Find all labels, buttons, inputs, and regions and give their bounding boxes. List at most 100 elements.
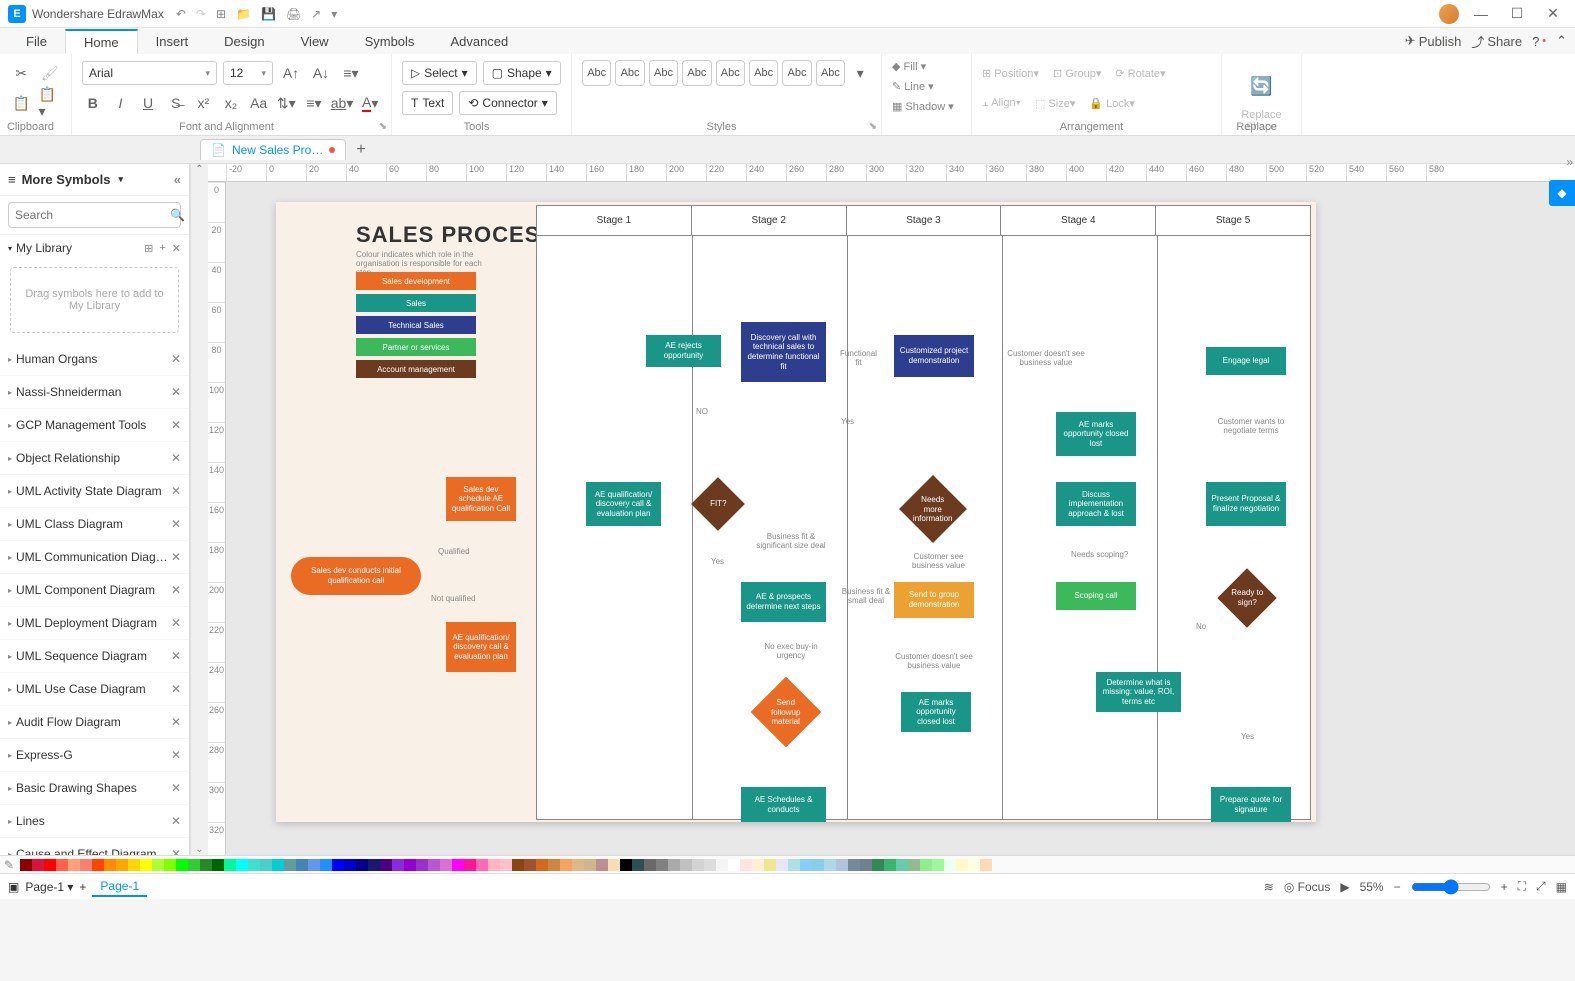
- styles-more-icon[interactable]: ▾: [849, 61, 871, 85]
- color-swatch[interactable]: [920, 859, 932, 871]
- color-swatch[interactable]: [296, 859, 308, 871]
- page-layout-icon[interactable]: ▣: [8, 880, 19, 894]
- page-select[interactable]: Page-1 ▾: [25, 880, 73, 894]
- maximize-button[interactable]: ☐: [1503, 4, 1531, 24]
- expand-right-panel-icon[interactable]: »: [1566, 155, 1573, 169]
- color-swatch[interactable]: [512, 859, 524, 871]
- flow-shape[interactable]: Determine what is missing: value, ROI, t…: [1096, 672, 1181, 712]
- color-swatch[interactable]: [488, 859, 500, 871]
- italic-icon[interactable]: I: [110, 91, 132, 115]
- color-swatch[interactable]: [140, 859, 152, 871]
- open-icon[interactable]: 📁: [236, 7, 251, 21]
- color-swatch[interactable]: [152, 859, 164, 871]
- close-icon[interactable]: ✕: [171, 649, 181, 663]
- new-icon[interactable]: ⊞: [216, 7, 226, 21]
- color-swatch[interactable]: [176, 859, 188, 871]
- style-preset[interactable]: Abc: [582, 60, 611, 86]
- color-swatch[interactable]: [848, 859, 860, 871]
- color-swatch[interactable]: [800, 859, 812, 871]
- category-item[interactable]: ▸Lines✕: [0, 805, 189, 838]
- qat-more-icon[interactable]: ▾: [331, 7, 337, 21]
- present-icon[interactable]: ▶: [1340, 880, 1349, 894]
- color-swatch[interactable]: [44, 859, 56, 871]
- close-icon[interactable]: ✕: [171, 451, 181, 465]
- search-icon[interactable]: 🔍: [170, 208, 185, 222]
- user-avatar[interactable]: [1439, 4, 1459, 24]
- color-swatch[interactable]: [452, 859, 464, 871]
- color-swatch[interactable]: [248, 859, 260, 871]
- shape-tool[interactable]: ▢ Shape ▾: [483, 61, 561, 85]
- category-item[interactable]: ▸Basic Drawing Shapes✕: [0, 772, 189, 805]
- flow-shape[interactable]: Send to group demonstration: [894, 582, 974, 618]
- color-swatch[interactable]: [968, 859, 980, 871]
- eyedropper-icon[interactable]: ✎: [4, 858, 14, 872]
- close-icon[interactable]: ✕: [171, 418, 181, 432]
- tab-symbols[interactable]: Symbols: [347, 30, 433, 53]
- category-item[interactable]: ▸UML Deployment Diagram✕: [0, 607, 189, 640]
- color-swatch[interactable]: [92, 859, 104, 871]
- flow-shape[interactable]: Customized project demonstration: [894, 335, 974, 377]
- category-item[interactable]: ▸UML Communication Diagr…✕: [0, 541, 189, 574]
- sidebar-menu-icon[interactable]: ≡: [8, 172, 16, 187]
- export-icon[interactable]: ↗: [311, 7, 321, 21]
- color-swatch[interactable]: [476, 859, 488, 871]
- category-item[interactable]: ▸UML Sequence Diagram✕: [0, 640, 189, 673]
- color-swatch[interactable]: [128, 859, 140, 871]
- paste-icon[interactable]: 📋▾: [39, 91, 62, 115]
- color-swatch[interactable]: [104, 859, 116, 871]
- category-item[interactable]: ▸UML Component Diagram✕: [0, 574, 189, 607]
- color-swatch[interactable]: [728, 859, 740, 871]
- add-page-button[interactable]: +: [79, 880, 86, 894]
- color-swatch[interactable]: [644, 859, 656, 871]
- flow-shape[interactable]: Scoping call: [1056, 582, 1136, 610]
- color-swatch[interactable]: [764, 859, 776, 871]
- color-swatch[interactable]: [788, 859, 800, 871]
- color-swatch[interactable]: [740, 859, 752, 871]
- share-button[interactable]: ⤴ Share: [1471, 32, 1522, 51]
- color-swatch[interactable]: [812, 859, 824, 871]
- color-swatch[interactable]: [56, 859, 68, 871]
- cut-icon[interactable]: ✂: [10, 61, 33, 85]
- color-swatch[interactable]: [224, 859, 236, 871]
- grid-toggle-icon[interactable]: ▦: [1556, 880, 1567, 894]
- layers-icon[interactable]: ≋: [1264, 880, 1274, 894]
- decrease-font-icon[interactable]: A↓: [309, 61, 333, 85]
- lock-button[interactable]: 🔒 Lock▾: [1089, 97, 1135, 110]
- position-button[interactable]: ⊞ Position▾: [982, 67, 1039, 80]
- category-item[interactable]: ▸UML Activity State Diagram✕: [0, 475, 189, 508]
- color-swatch[interactable]: [464, 859, 476, 871]
- close-icon[interactable]: ✕: [171, 748, 181, 762]
- redo-icon[interactable]: ↷: [196, 7, 206, 21]
- category-item[interactable]: ▸GCP Management Tools✕: [0, 409, 189, 442]
- flow-shape[interactable]: AE marks opportunity closed lost: [1056, 412, 1136, 456]
- font-color-icon[interactable]: A▾: [359, 91, 381, 115]
- align-button[interactable]: ⫠ Align▾: [982, 97, 1021, 110]
- lib-add-icon[interactable]: +: [159, 242, 165, 255]
- format-painter-icon[interactable]: 🖌: [39, 61, 62, 85]
- color-swatch[interactable]: [500, 859, 512, 871]
- save-icon[interactable]: 💾: [261, 7, 276, 21]
- close-icon[interactable]: ✕: [171, 484, 181, 498]
- color-swatch[interactable]: [776, 859, 788, 871]
- font-family-select[interactable]: Arial▾: [82, 61, 217, 85]
- color-swatch[interactable]: [716, 859, 728, 871]
- fill-button[interactable]: ◆ Fill ▾: [892, 58, 961, 78]
- color-swatch[interactable]: [392, 859, 404, 871]
- color-swatch[interactable]: [836, 859, 848, 871]
- document-tab[interactable]: 📄 New Sales Pro…: [200, 139, 346, 160]
- flow-shape[interactable]: AE qualification/ discovery call & evalu…: [586, 482, 661, 526]
- color-swatch[interactable]: [896, 859, 908, 871]
- close-icon[interactable]: ✕: [171, 847, 181, 855]
- color-swatch[interactable]: [236, 859, 248, 871]
- line-spacing-icon[interactable]: ⇅▾: [275, 91, 297, 115]
- color-swatch[interactable]: [560, 859, 572, 871]
- tab-view[interactable]: View: [283, 30, 347, 53]
- close-icon[interactable]: ✕: [171, 550, 181, 564]
- color-swatch[interactable]: [932, 859, 944, 871]
- color-swatch[interactable]: [428, 859, 440, 871]
- color-swatch[interactable]: [632, 859, 644, 871]
- zoom-slider[interactable]: [1411, 879, 1491, 895]
- category-item[interactable]: ▸Human Organs✕: [0, 343, 189, 376]
- flow-shape[interactable]: AE Schedules & conducts: [741, 787, 826, 822]
- color-swatch[interactable]: [956, 859, 968, 871]
